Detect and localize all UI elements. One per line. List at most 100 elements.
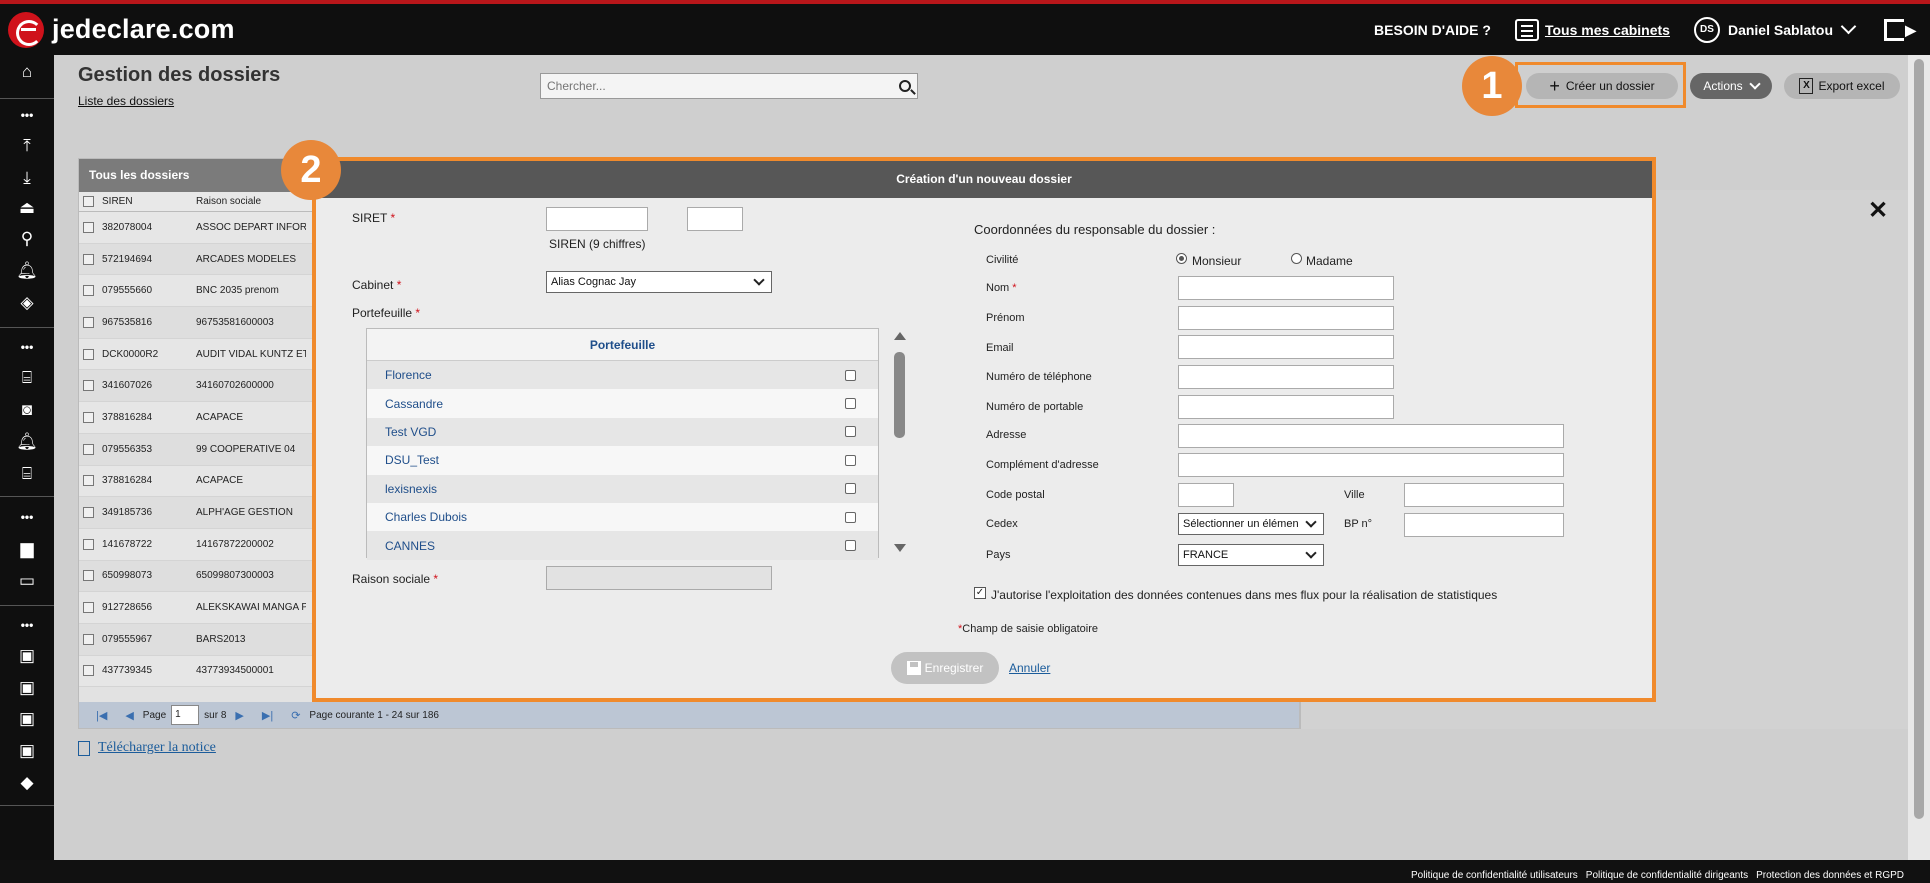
portefeuille-item[interactable]: Charles Dubois: [367, 502, 878, 532]
page-number-input[interactable]: 1: [171, 705, 200, 725]
row-checkbox[interactable]: [83, 221, 94, 233]
save-button[interactable]: Enregistrer: [891, 652, 999, 684]
stamp-icon[interactable]: ▣: [0, 738, 54, 764]
upload-icon[interactable]: ⤒: [0, 133, 54, 159]
brand-logo[interactable]: jedeclare.com: [8, 11, 235, 48]
email-field[interactable]: [1178, 335, 1394, 359]
cedex-select[interactable]: Sélectionner un élémen: [1178, 513, 1324, 535]
logout-icon[interactable]: [1884, 18, 1916, 41]
postal-code-field[interactable]: [1178, 483, 1234, 507]
search-box[interactable]: [540, 73, 918, 99]
page-scroll-thumb[interactable]: [1914, 59, 1924, 819]
stamp-icon[interactable]: ▣: [0, 706, 54, 732]
row-checkbox[interactable]: [83, 348, 94, 360]
radio-madame[interactable]: [1291, 253, 1302, 264]
cancel-link[interactable]: Annuler: [1009, 661, 1050, 675]
network-icon[interactable]: ⚲: [0, 226, 54, 252]
avatar[interactable]: DS: [1693, 16, 1720, 43]
close-icon[interactable]: ✕: [1868, 196, 1888, 225]
row-checkbox[interactable]: [83, 633, 94, 645]
more-icon[interactable]: •••: [0, 612, 54, 638]
city-field[interactable]: [1404, 483, 1564, 507]
portefeuille-checkbox[interactable]: [845, 483, 856, 495]
tray-icon[interactable]: ⏏: [0, 195, 54, 221]
portefeuille-checkbox[interactable]: [845, 454, 856, 466]
camera-icon[interactable]: ◙: [0, 397, 54, 423]
compass-icon[interactable]: ◈: [0, 290, 54, 316]
portefeuille-checkbox[interactable]: [845, 540, 856, 552]
nom-field[interactable]: [1178, 276, 1394, 300]
row-checkbox[interactable]: [83, 316, 94, 328]
stamp-icon[interactable]: ▣: [0, 643, 54, 669]
row-checkbox[interactable]: [83, 475, 94, 487]
address-field[interactable]: [1178, 424, 1564, 448]
row-checkbox[interactable]: [83, 380, 94, 392]
next-page-icon[interactable]: ▶: [235, 709, 243, 722]
phone-field[interactable]: [1178, 365, 1394, 389]
raison-sociale-field[interactable]: [546, 566, 772, 590]
refresh-icon[interactable]: ⟳: [291, 709, 300, 722]
siren-field[interactable]: [546, 207, 648, 231]
address-complement-field[interactable]: [1178, 453, 1564, 477]
row-checkbox[interactable]: [83, 507, 94, 519]
folder-icon[interactable]: ▆: [0, 536, 54, 562]
portefeuille-checkbox[interactable]: [845, 369, 856, 381]
portefeuille-checkbox[interactable]: [845, 511, 856, 523]
all-cabinets-link[interactable]: Tous mes cabinets: [1545, 22, 1670, 38]
cabinet-select[interactable]: Alias Cognac Jay: [546, 271, 772, 293]
portefeuille-checkbox[interactable]: [845, 398, 856, 410]
breadcrumb[interactable]: Liste des dossiers: [78, 94, 174, 108]
more-icon[interactable]: •••: [0, 504, 54, 530]
row-checkbox[interactable]: [83, 253, 94, 265]
prev-page-icon[interactable]: ◀: [125, 709, 133, 722]
column-siren[interactable]: SIREN: [102, 196, 196, 207]
first-page-icon[interactable]: |◀: [96, 709, 107, 722]
scroll-down-icon[interactable]: [894, 544, 906, 552]
scroll-up-icon[interactable]: [894, 332, 906, 340]
footer-link[interactable]: Protection des données et RGPD: [1756, 870, 1904, 881]
row-checkbox[interactable]: [83, 538, 94, 550]
last-page-icon[interactable]: ▶|: [262, 709, 273, 722]
portefeuille-checkbox[interactable]: [845, 426, 856, 438]
portefeuille-item[interactable]: Florence: [367, 361, 878, 390]
nic-field[interactable]: [687, 207, 743, 231]
country-select[interactable]: FRANCE: [1178, 544, 1324, 566]
stamp-icon[interactable]: ▣: [0, 675, 54, 701]
chevron-down-icon[interactable]: [1840, 18, 1857, 35]
row-checkbox[interactable]: [83, 411, 94, 423]
row-checkbox[interactable]: [83, 665, 94, 677]
mobile-field[interactable]: [1178, 395, 1394, 419]
search-icon[interactable]: [899, 80, 911, 92]
footer-link[interactable]: Politique de confidentialité dirigeants: [1586, 870, 1748, 881]
bank-icon[interactable]: ⌸: [0, 365, 54, 391]
consent-checkbox[interactable]: ✓: [974, 587, 986, 599]
bell-icon[interactable]: 🔔︎: [0, 429, 54, 455]
home-icon[interactable]: ⌂: [0, 59, 54, 85]
page-scrollbar[interactable]: [1908, 55, 1930, 860]
row-checkbox[interactable]: [83, 602, 94, 614]
row-checkbox[interactable]: [83, 443, 94, 455]
layers-icon[interactable]: ◆: [0, 770, 54, 796]
column-raison-sociale[interactable]: Raison sociale: [196, 196, 306, 207]
bp-field[interactable]: [1404, 513, 1564, 537]
user-name[interactable]: Daniel Sablatou: [1728, 22, 1833, 38]
radio-monsieur[interactable]: [1176, 253, 1187, 264]
bank-icon[interactable]: ⌸: [0, 461, 54, 487]
prenom-field[interactable]: [1178, 306, 1394, 330]
download-notice-link[interactable]: Télécharger la notice: [78, 740, 216, 756]
row-checkbox[interactable]: [83, 570, 94, 582]
bell-icon[interactable]: 🔔︎: [0, 258, 54, 284]
portefeuille-scrollbar[interactable]: [891, 328, 909, 558]
actions-button[interactable]: Actions: [1690, 73, 1772, 99]
scroll-thumb[interactable]: [894, 352, 905, 438]
portefeuille-item[interactable]: Cassandre: [367, 389, 878, 418]
portefeuille-item[interactable]: Test VGD: [367, 417, 878, 447]
more-icon[interactable]: •••: [0, 102, 54, 128]
footer-link[interactable]: Politique de confidentialité utilisateur…: [1411, 870, 1578, 881]
row-checkbox[interactable]: [83, 285, 94, 297]
help-link[interactable]: BESOIN D'AIDE ?: [1374, 22, 1491, 38]
search-input[interactable]: [547, 79, 867, 93]
download-icon[interactable]: ⤓: [0, 165, 54, 191]
export-excel-button[interactable]: X Export excel: [1784, 73, 1900, 99]
portefeuille-item[interactable]: CANNES: [367, 531, 878, 560]
